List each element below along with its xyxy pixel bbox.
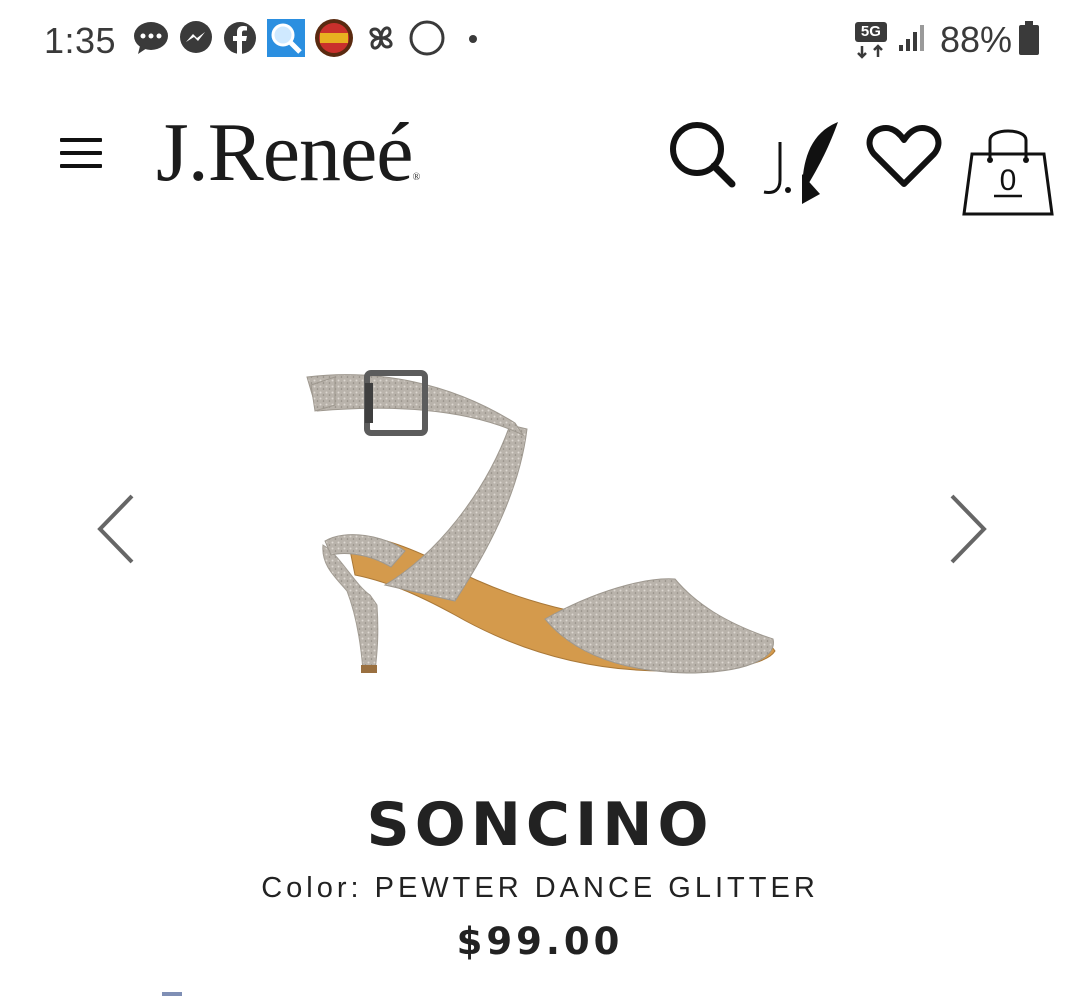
konami-slots-icon <box>314 18 354 63</box>
facebook-icon <box>222 20 258 61</box>
magnifier-app-icon <box>266 18 306 63</box>
shopping-bag-icon[interactable]: 0 <box>960 120 1056 216</box>
color-value: PEWTER DANCE GLITTER <box>374 872 819 904</box>
circle-icon <box>408 19 446 62</box>
site-header: J.Reneé® 0 <box>0 96 1080 216</box>
network-5g-icon: 5G <box>854 20 888 60</box>
dot-icon <box>468 31 478 49</box>
signal-icon <box>898 23 926 58</box>
color-label: Color: <box>261 872 363 904</box>
product-name: SONCINO <box>366 790 714 860</box>
product-color: Color: PEWTER DANCE GLITTER <box>0 870 1080 906</box>
heart-icon[interactable] <box>866 124 942 195</box>
battery-icon <box>1018 20 1040 61</box>
jr-rewards-icon[interactable] <box>758 114 844 209</box>
logo-mark: ® <box>412 172 421 183</box>
notification-icons <box>132 18 486 63</box>
messenger-icon <box>178 20 214 61</box>
search-icon[interactable] <box>666 118 738 195</box>
next-element-edge <box>162 992 182 996</box>
status-bar: 1:35 5G 88% <box>0 0 1080 80</box>
cart-count: 0 <box>999 164 1017 197</box>
status-time: 1:35 <box>44 20 117 61</box>
next-image-arrow[interactable] <box>946 492 990 566</box>
chat-bubble-icon <box>132 20 170 61</box>
battery-text: 88% <box>939 19 1012 60</box>
status-right: 5G 88% <box>854 18 1040 62</box>
product-price: $99.00 <box>456 920 624 963</box>
menu-icon[interactable] <box>60 138 102 168</box>
pinwheel-icon <box>362 19 400 62</box>
pewter-glitter-sandal-image <box>295 355 795 695</box>
brand-logo[interactable]: J.Reneé® <box>156 104 421 201</box>
network-label: 5G <box>860 23 881 40</box>
product-info: SONCINO Color: PEWTER DANCE GLITTER $99.… <box>0 790 1080 963</box>
logo-text: J.Reneé <box>156 106 414 199</box>
previous-image-arrow[interactable] <box>94 492 138 566</box>
